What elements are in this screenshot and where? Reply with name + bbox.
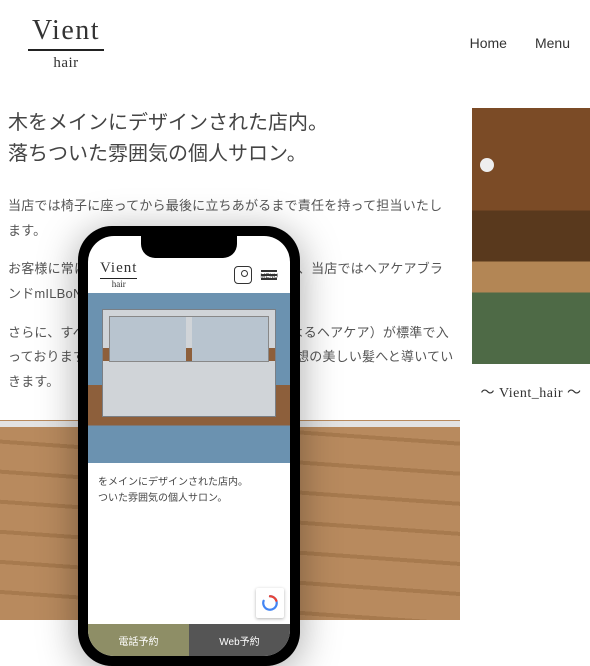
- phone-screen: Vient hair MENU をメインにデザインされた店内。 ついた雰囲気の個…: [88, 236, 290, 656]
- mobile-heading: をメインにデザインされた店内。 ついた雰囲気の個人サロン。: [88, 463, 290, 506]
- instagram-caption: 〜 Vient_hair 〜: [472, 382, 590, 402]
- mobile-heading-line-2: ついた雰囲気の個人サロン。: [98, 493, 227, 504]
- mobile-logo-name: Vient: [100, 260, 137, 279]
- hamburger-menu-icon[interactable]: MENU: [260, 270, 278, 280]
- interior-photo: [472, 108, 590, 364]
- phone-notch: [141, 236, 237, 258]
- phone-mockup: Vient hair MENU をメインにデザインされた店内。 ついた雰囲気の個…: [78, 226, 300, 666]
- logo-name: Vient: [28, 15, 104, 51]
- mobile-heading-line-1: をメインにデザインされた店内。: [98, 477, 248, 488]
- mobile-logo-sub: hair: [100, 279, 137, 289]
- instagram-icon[interactable]: [234, 266, 252, 284]
- site-logo[interactable]: Vient hair: [28, 15, 104, 72]
- heading-line-1: 木をメインにデザインされた店内。: [8, 112, 328, 134]
- nav-home[interactable]: Home: [470, 35, 507, 51]
- web-booking-tab[interactable]: Web予約: [189, 624, 290, 656]
- heading-line-2: 落ちついた雰囲気の個人サロン。: [8, 143, 307, 165]
- mobile-logo[interactable]: Vient hair: [100, 260, 137, 289]
- sidebar: 〜 Vient_hair 〜: [472, 108, 590, 600]
- nav-menu[interactable]: Menu: [535, 35, 570, 51]
- hero-heading: 木をメインにデザインされた店内。 落ちついた雰囲気の個人サロン。: [8, 108, 454, 170]
- recaptcha-badge[interactable]: [256, 588, 284, 618]
- recaptcha-icon: [261, 594, 279, 612]
- logo-subtitle: hair: [28, 51, 104, 72]
- main-nav: Home Menu: [470, 35, 570, 51]
- mobile-hero-photo: [88, 293, 290, 463]
- site-header: Vient hair Home Menu: [0, 0, 590, 78]
- mobile-booking-tabs: 電話予約 Web予約: [88, 624, 290, 656]
- phone-booking-tab[interactable]: 電話予約: [88, 624, 189, 656]
- menu-label: MENU: [260, 274, 278, 280]
